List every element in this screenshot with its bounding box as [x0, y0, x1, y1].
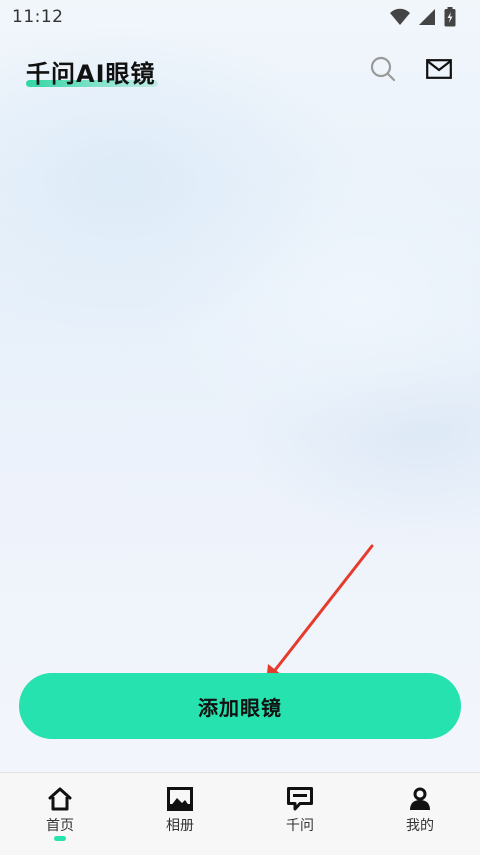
- cellular-signal-icon: [419, 9, 435, 25]
- battery-charging-icon: [444, 7, 456, 27]
- nav-label-album: 相册: [166, 818, 194, 834]
- bottom-nav: 首页 相册 千问 我的: [0, 772, 480, 855]
- add-glasses-button-label: 添加眼镜: [198, 695, 282, 720]
- nav-item-home[interactable]: 首页: [0, 773, 120, 855]
- status-time: 11:12: [12, 7, 64, 27]
- mail-icon: [426, 59, 452, 79]
- app-title-wrap: 千问AI眼镜: [26, 54, 158, 89]
- nav-label-home: 首页: [46, 818, 74, 834]
- home-icon: [48, 787, 72, 811]
- status-icons: [390, 7, 456, 27]
- status-bar: 11:12: [0, 0, 480, 36]
- wifi-icon: [390, 8, 410, 25]
- search-button[interactable]: [368, 54, 398, 84]
- nav-item-qianwen[interactable]: 千问: [240, 773, 360, 855]
- album-icon: [167, 787, 193, 811]
- nav-item-profile[interactable]: 我的: [360, 773, 480, 855]
- nav-item-album[interactable]: 相册: [120, 773, 240, 855]
- profile-icon: [410, 787, 430, 810]
- active-tab-indicator: [54, 836, 66, 841]
- add-glasses-button[interactable]: 添加眼镜: [19, 673, 461, 739]
- chat-icon: [287, 787, 313, 811]
- app-title: 千问AI眼镜: [26, 60, 156, 88]
- search-icon: [370, 56, 396, 82]
- nav-label-profile: 我的: [406, 818, 434, 834]
- nav-label-qianwen: 千问: [286, 818, 314, 834]
- mail-button[interactable]: [424, 54, 454, 84]
- app-header: 千问AI眼镜: [0, 40, 480, 100]
